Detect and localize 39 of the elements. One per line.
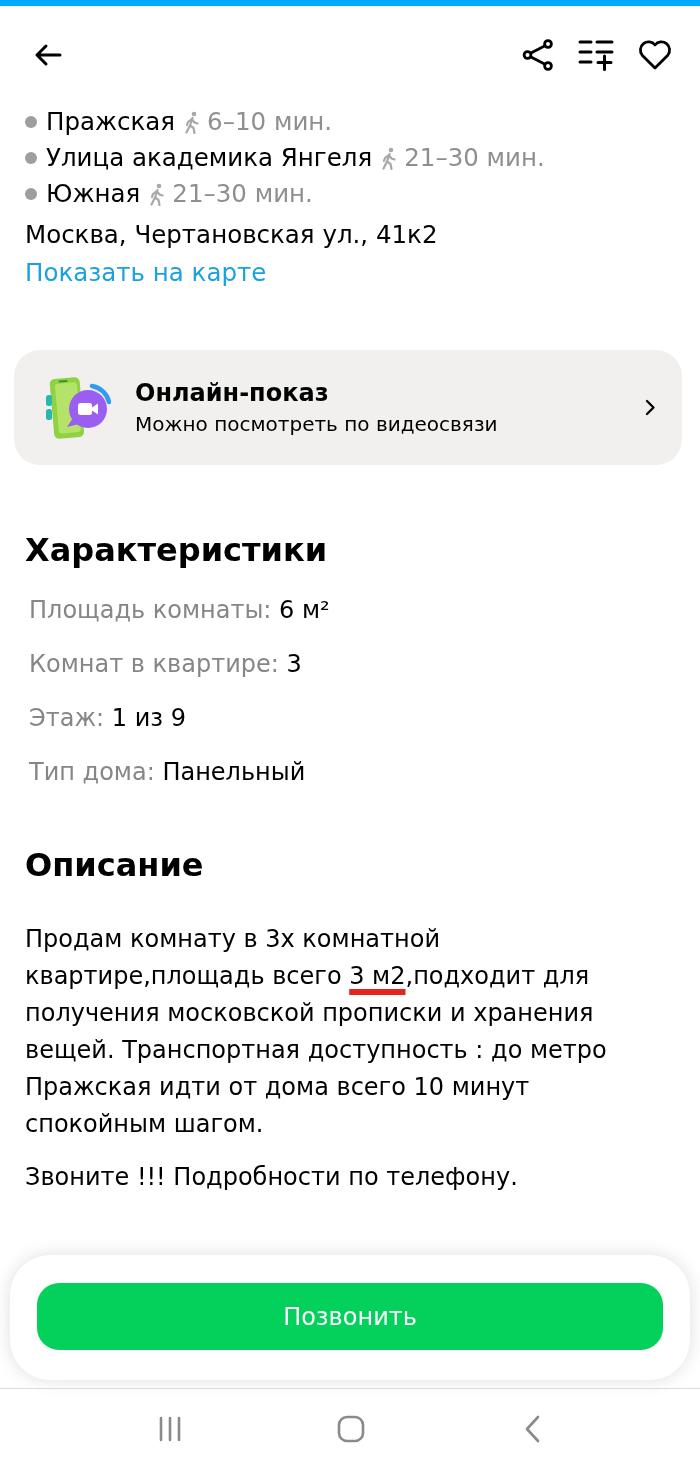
list-plus-icon[interactable] — [578, 39, 614, 71]
walk-time: 6–10 мин. — [207, 106, 333, 138]
call-button[interactable]: Позвонить — [37, 1283, 663, 1350]
chevron-right-icon — [645, 399, 656, 416]
video-call-icon — [45, 374, 111, 441]
spec-value: 1 из 9 — [111, 704, 186, 732]
show-on-map-link[interactable]: Показать на карте — [25, 254, 267, 292]
description-text: Звоните !!! Подробности по телефону. — [25, 1162, 519, 1193]
recent-apps-icon[interactable] — [157, 1416, 183, 1442]
spec-label: Площадь комнаты: — [29, 596, 272, 624]
walking-person-icon — [379, 146, 399, 170]
station-name: Южная — [46, 178, 141, 210]
section-heading: Характеристики — [25, 531, 328, 569]
spec-value: Панельный — [162, 758, 306, 786]
heart-icon[interactable] — [638, 40, 672, 70]
card-title: Онлайн-показ — [135, 377, 330, 408]
walk-time: 21–30 мин. — [404, 142, 545, 174]
spec-value: 6 м² — [279, 596, 330, 624]
description-text: Продам комнату в 3х комнатной квартире,площадь всего 3 м2,подходит для получения московской прописки и хранения вещей. Транспортная доступность : до метро Пражская идти от дома всего 10 минут спокойным шагом. — [25, 924, 608, 1140]
online-viewing-card[interactable]: Онлайн-показ Можно посмотреть по видеосвязи — [14, 350, 682, 465]
section-heading: Описание — [25, 846, 204, 884]
walking-person-icon — [182, 110, 202, 134]
home-icon[interactable] — [337, 1415, 365, 1443]
spec-value: 3 — [286, 650, 302, 678]
share-icon[interactable] — [522, 39, 554, 71]
line-dot-icon — [25, 152, 37, 164]
back-arrow-icon[interactable] — [34, 43, 62, 67]
station-name: Пражская — [46, 106, 176, 138]
line-dot-icon — [25, 188, 37, 200]
line-dot-icon — [25, 116, 37, 128]
walking-person-icon — [147, 182, 167, 206]
spec-label: Тип дома: — [29, 758, 155, 786]
walk-time: 21–30 мин. — [172, 178, 313, 210]
spec-label: Этаж: — [29, 704, 105, 732]
card-subtitle: Можно посмотреть по видеосвязи — [135, 410, 499, 438]
station-name: Улица академика Янгеля — [46, 142, 373, 174]
address: Москва, Чертановская ул., 41к2 — [25, 220, 438, 249]
spec-label: Комнат в квартире: — [29, 650, 279, 678]
back-icon[interactable] — [523, 1415, 541, 1443]
